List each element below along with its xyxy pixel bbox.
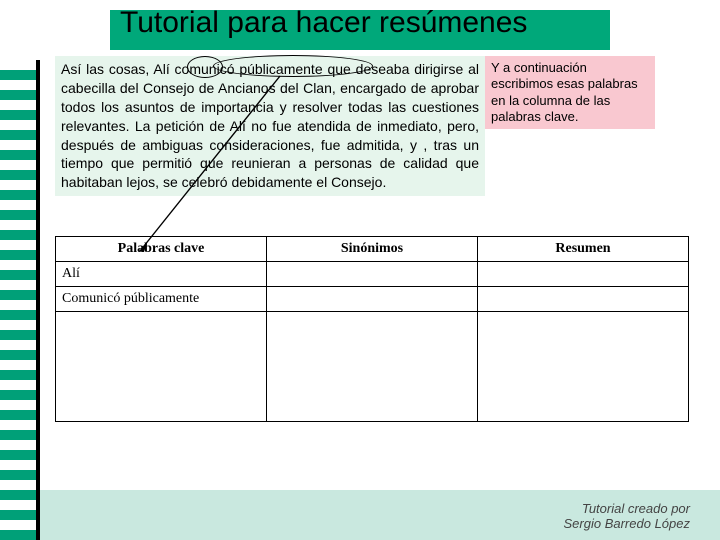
main-paragraph-box: Así las cosas, Alí comunicó públicamente…	[55, 56, 485, 196]
keywords-table: Palabras clave Sinónimos Resumen Alí Com…	[55, 236, 689, 422]
footer-line2: Sergio Barredo López	[564, 516, 690, 531]
cell-empty	[56, 312, 267, 422]
cell-summary	[478, 287, 689, 312]
footer-credit: Tutorial creado por Sergio Barredo López	[564, 501, 690, 532]
table-row-empty	[56, 312, 689, 422]
table-row: Comunicó públicamente	[56, 287, 689, 312]
cell-empty	[267, 312, 478, 422]
footer-line1: Tutorial creado por	[582, 501, 690, 516]
cell-synonym	[267, 287, 478, 312]
main-paragraph-text: Así las cosas, Alí comunicó públicamente…	[61, 61, 479, 190]
left-decorative-rail	[0, 60, 40, 540]
keywords-table-wrap: Palabras clave Sinónimos Resumen Alí Com…	[55, 236, 689, 422]
table-row: Alí	[56, 262, 689, 287]
page-title: Tutorial para hacer resúmenes	[120, 6, 527, 40]
cell-keyword: Comunicó públicamente	[56, 287, 267, 312]
cell-keyword: Alí	[56, 262, 267, 287]
cell-summary	[478, 262, 689, 287]
content-row: Así las cosas, Alí comunicó públicamente…	[55, 56, 690, 196]
cell-empty	[478, 312, 689, 422]
col-header-synonyms: Sinónimos	[267, 237, 478, 262]
side-note-text: Y a continuación escribimos esas palabra…	[491, 60, 638, 124]
cell-synonym	[267, 262, 478, 287]
side-note-box: Y a continuación escribimos esas palabra…	[485, 56, 655, 129]
col-header-keywords: Palabras clave	[56, 237, 267, 262]
col-header-summary: Resumen	[478, 237, 689, 262]
table-header-row: Palabras clave Sinónimos Resumen	[56, 237, 689, 262]
